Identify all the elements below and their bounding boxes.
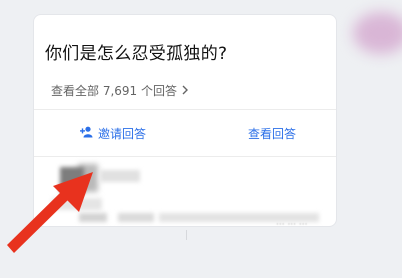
red-arrow-icon	[7, 172, 93, 253]
